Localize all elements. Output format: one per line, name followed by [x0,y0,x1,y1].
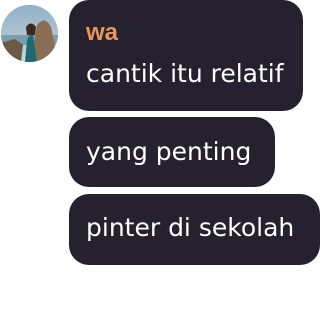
message-bubble-1[interactable] [69,0,303,111]
message-text-1: cantik itu relatif [86,59,284,88]
message-text-2: yang penting [86,137,252,166]
message-text-3: pinter di sekolah [86,213,295,242]
sender-name: wa [86,19,119,46]
sender-avatar[interactable] [1,5,58,62]
profile-photo-icon [1,5,58,62]
